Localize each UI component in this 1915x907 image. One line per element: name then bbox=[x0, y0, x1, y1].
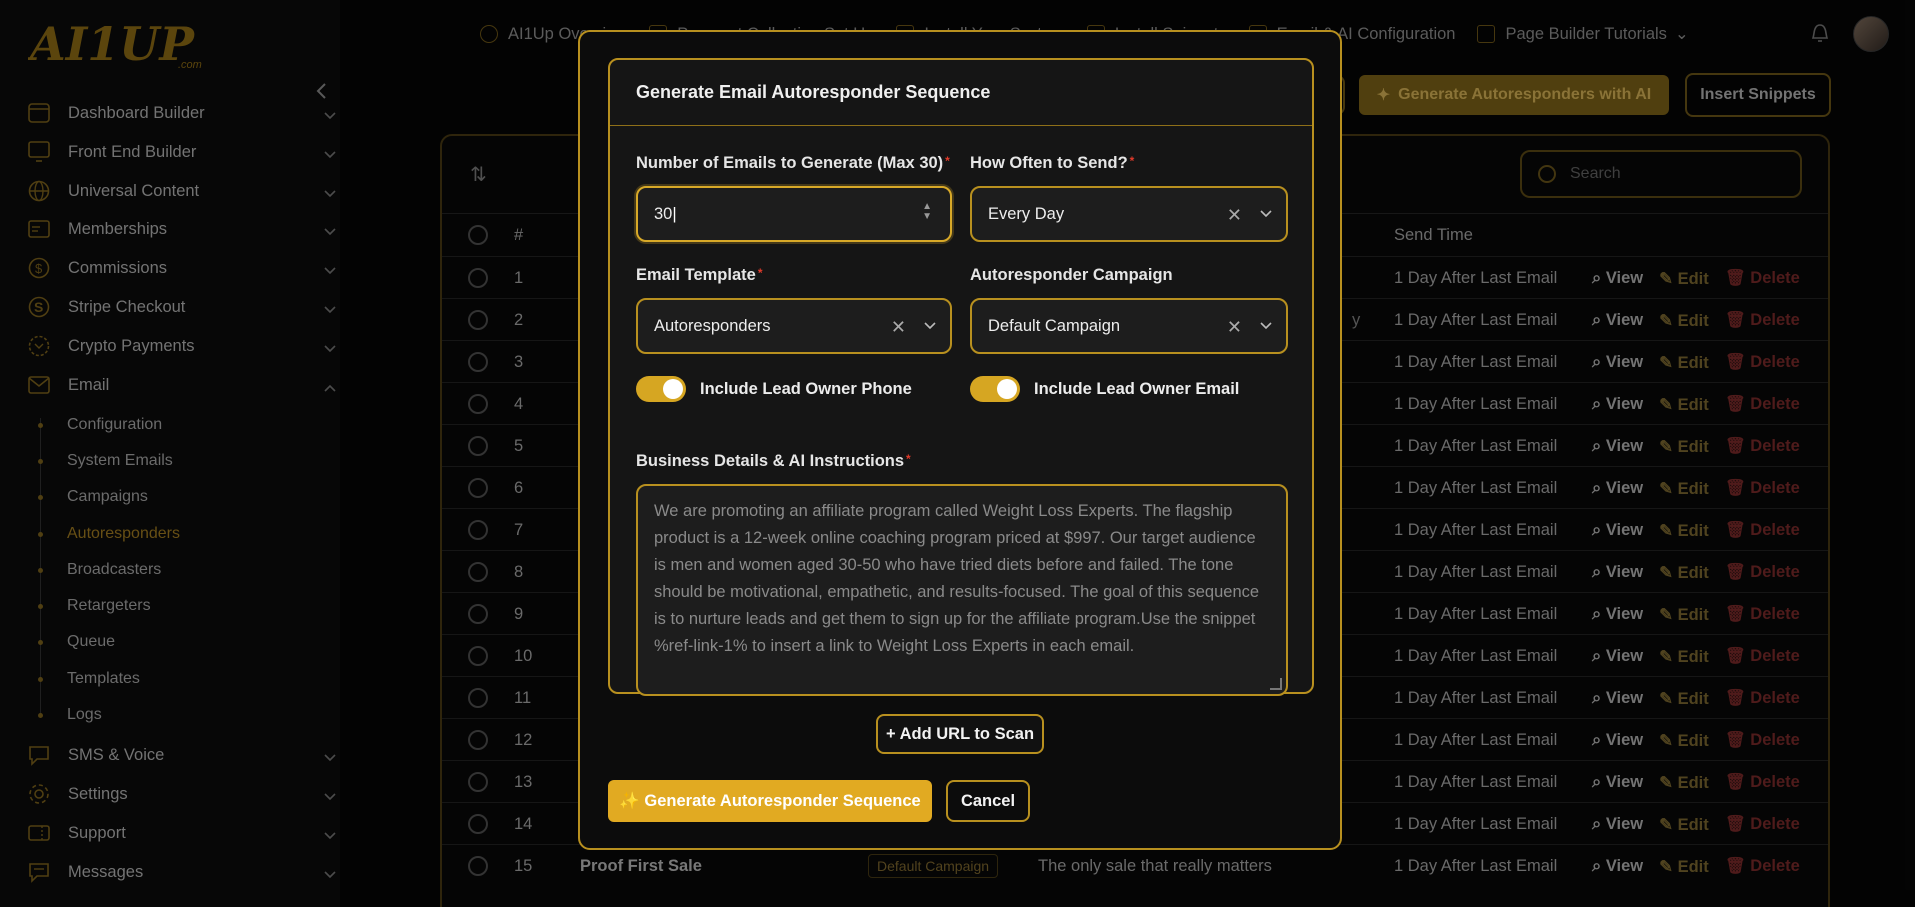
required-mark: * bbox=[906, 452, 911, 466]
chevron-down-icon[interactable] bbox=[1260, 316, 1272, 335]
textarea-value: We are promoting an affiliate program ca… bbox=[654, 502, 1260, 655]
toggle-lead-owner-phone[interactable]: Include Lead Owner Phone bbox=[636, 376, 912, 402]
campaign-select[interactable]: Default Campaign ✕ bbox=[970, 298, 1288, 354]
label-text: How Often to Send? bbox=[970, 154, 1128, 172]
modal-title: Generate Email Autoresponder Sequence bbox=[610, 60, 1312, 126]
num-emails-label: Number of Emails to Generate (Max 30) * bbox=[636, 154, 950, 173]
toggle-label: Include Lead Owner Phone bbox=[700, 379, 912, 398]
frequency-select[interactable]: Every Day ✕ bbox=[970, 186, 1288, 242]
label-text: Number of Emails to Generate (Max 30) bbox=[636, 154, 944, 172]
select-value: Autoresponders bbox=[654, 316, 771, 335]
frequency-label: How Often to Send? * bbox=[970, 154, 1134, 173]
toggle-knob bbox=[997, 379, 1017, 399]
text-cursor: | bbox=[672, 204, 677, 223]
generate-sequence-button[interactable]: ✨ Generate Autoresponder Sequence bbox=[608, 780, 932, 822]
resize-handle-icon[interactable] bbox=[1270, 678, 1282, 690]
select-value: Every Day bbox=[988, 204, 1065, 223]
label-text: Email Template bbox=[636, 266, 756, 284]
clear-icon[interactable]: ✕ bbox=[1227, 205, 1242, 226]
email-template-label: Email Template * bbox=[636, 266, 763, 285]
stepper-icon[interactable]: ▲ ▼ bbox=[922, 202, 932, 222]
num-emails-input[interactable]: 30 | ▲ ▼ bbox=[636, 186, 952, 242]
select-value: Default Campaign bbox=[988, 316, 1121, 335]
campaign-label: Autoresponder Campaign bbox=[970, 266, 1173, 284]
generate-sequence-modal: Generate Email Autoresponder Sequence Nu… bbox=[578, 30, 1342, 850]
modal-form-card: Generate Email Autoresponder Sequence Nu… bbox=[608, 58, 1314, 696]
toggle-label: Include Lead Owner Email bbox=[1034, 379, 1240, 398]
toggle-knob bbox=[663, 379, 683, 399]
clear-icon[interactable]: ✕ bbox=[891, 317, 906, 338]
required-mark: * bbox=[945, 154, 950, 168]
toggle-lead-owner-email[interactable]: Include Lead Owner Email bbox=[970, 376, 1239, 402]
required-mark: * bbox=[757, 266, 763, 280]
chevron-down-icon[interactable] bbox=[924, 316, 936, 335]
add-url-button[interactable]: + Add URL to Scan bbox=[876, 714, 1044, 754]
toggle-switch[interactable] bbox=[636, 376, 686, 402]
input-value: 30 bbox=[654, 204, 673, 223]
chevron-down-icon[interactable] bbox=[1260, 204, 1272, 223]
required-mark: * bbox=[1129, 154, 1135, 168]
toggle-switch[interactable] bbox=[970, 376, 1020, 402]
details-label: Business Details & AI Instructions * bbox=[636, 452, 911, 471]
label-text: Business Details & AI Instructions bbox=[636, 452, 905, 470]
business-details-textarea[interactable]: We are promoting an affiliate program ca… bbox=[636, 484, 1288, 696]
cancel-button[interactable]: Cancel bbox=[946, 780, 1030, 822]
email-template-select[interactable]: Autoresponders ✕ bbox=[636, 298, 952, 354]
clear-icon[interactable]: ✕ bbox=[1227, 317, 1242, 338]
